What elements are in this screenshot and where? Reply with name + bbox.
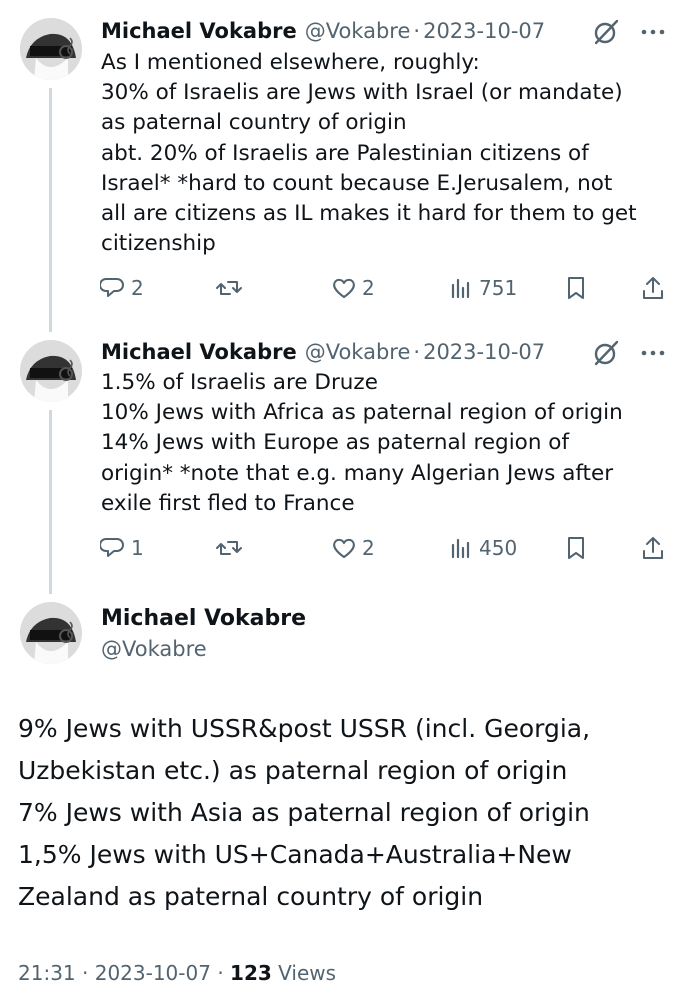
tweet-line: abt. 20% of Israelis are Palestinian cit… [101,140,589,166]
share-icon [643,537,663,559]
like-count: 2 [362,536,375,560]
retweet-button[interactable] [216,535,247,561]
like-button[interactable]: 2 [331,275,375,301]
reply-count: 2 [131,276,144,300]
reply-button[interactable]: 1 [100,535,144,561]
views-icon [451,278,470,299]
author-name[interactable]: Michael Vokabre [101,606,306,631]
separator-dot: · [413,340,421,364]
view-count: 751 [479,276,518,300]
share-button[interactable] [640,535,666,561]
tweet-date[interactable]: 2023-10-07 [423,340,545,364]
tweet-line: citizenship [101,231,216,257]
separator-dot: · [413,19,421,43]
tweet-footer: 21:31 · 2023-10-07 · 123 Views [18,961,336,985]
avatar-icon [20,602,82,664]
author-handle[interactable]: @Vokabre [305,19,411,43]
reply-icon [100,538,124,557]
separator-dot: · [217,961,231,985]
bookmark-icon [568,277,584,299]
tweet-line: 30% of Israelis are Jews with Israel (or… [101,80,623,106]
avatar-icon [20,340,82,402]
tweet-line: 1,5% Jews with US+Canada+Australia+New [18,840,572,869]
tweet-line: all are citizens as IL makes it hard for… [101,201,637,227]
share-button[interactable] [640,275,666,301]
tweet-line: Zealand as paternal country of origin [18,882,484,911]
avatar[interactable] [20,602,82,664]
view-count: 450 [479,536,518,560]
author-handle[interactable]: @Vokabre [305,340,411,364]
bookmark-icon [568,537,584,559]
views-count: 123 [230,961,272,985]
retweet-icon [216,541,242,555]
tweet-time[interactable]: 21:31 [18,961,76,985]
author-name[interactable]: Michael Vokabre [101,340,297,364]
like-icon [333,538,355,558]
tweet-text: 1.5% of Israelis are Druze 10% Jews with… [101,368,671,519]
grok-icon[interactable] [592,339,620,367]
views-label: Views [278,961,337,985]
tweet-line: 14% Jews with Europe as paternal region … [101,430,570,456]
grok-icon[interactable] [592,18,620,46]
tweet-line: As I mentioned elsewhere, roughly: [101,50,480,75]
bookmark-button[interactable] [563,535,589,561]
views-icon [451,538,470,559]
views-button[interactable]: 751 [448,275,517,301]
avatar-icon [20,18,82,80]
like-count: 2 [362,276,375,300]
retweet-icon [216,281,242,295]
tweet-line: as paternal country of origin [101,110,407,136]
like-icon [333,278,355,298]
tweet-date[interactable]: 2023-10-07 [95,961,211,985]
reply-icon [100,278,124,297]
more-icon[interactable] [639,343,667,363]
author-name[interactable]: Michael Vokabre [101,19,297,43]
tweet-date[interactable]: 2023-10-07 [423,19,545,43]
tweet-text: As I mentioned elsewhere, roughly: 30% o… [101,48,671,259]
tweet-line: origin* *note that e.g. many Algerian Je… [101,460,614,486]
avatar[interactable] [20,18,82,80]
tweet-line: exile first fled to France [101,490,355,516]
tweet-line: 10% Jews with Africa as paternal region … [101,400,623,426]
tweet-line: 1.5% of Israelis are Druze [101,370,378,395]
share-icon [643,277,663,299]
bookmark-button[interactable] [563,275,589,301]
reply-count: 1 [131,536,144,560]
thread-line [49,88,52,332]
tweet-line: 7% Jews with Asia as paternal region of … [18,798,590,827]
tweet-line: Uzbekistan etc.) as paternal region of o… [18,756,568,785]
like-button[interactable]: 2 [331,535,375,561]
tweet-actions: 1 2 450 [100,535,670,567]
separator-dot: · [82,961,95,985]
thread-line [49,410,52,594]
author-handle[interactable]: @Vokabre [101,637,207,661]
more-icon[interactable] [639,22,667,42]
reply-button[interactable]: 2 [100,275,144,301]
views-button[interactable]: 450 [448,535,517,561]
tweet-line: 9% Jews with USSR&post USSR (incl. Georg… [18,714,591,743]
retweet-button[interactable] [216,275,247,301]
tweet-line: Israel* *hard to count because E.Jerusal… [101,170,613,196]
tweet-actions: 2 2 751 [100,275,670,307]
avatar[interactable] [20,340,82,402]
tweet-text: 9% Jews with USSR&post USSR (incl. Georg… [18,708,668,918]
